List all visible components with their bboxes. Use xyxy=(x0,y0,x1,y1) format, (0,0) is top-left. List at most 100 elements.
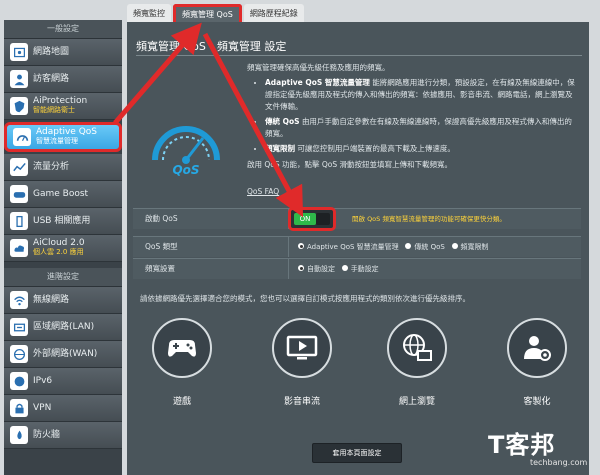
sidebar-item-label: Adaptive QoS xyxy=(36,127,97,137)
bullet-traditional-qos: 傳統 QoS 由用戶手動自定參數在有線及無線連線時，保證高優先級應用及程式傳入和… xyxy=(265,116,577,140)
vpn-icon xyxy=(10,399,28,417)
radio-unselected-icon xyxy=(451,243,458,249)
radio-selected-icon xyxy=(298,243,304,249)
sidebar-item-label: 無線網路 xyxy=(33,294,70,305)
qos-icon xyxy=(13,128,31,146)
sidebar-item-sublabel: 智能網路衛士 xyxy=(33,106,75,114)
category-label: 影音串流 xyxy=(283,397,320,407)
qos-intro: 頻寬管理確保高優先級任務及應用的頻寬。 xyxy=(247,63,390,72)
category-circle xyxy=(387,318,447,378)
apply-settings-button[interactable]: 套用本頁面設定 xyxy=(312,443,402,463)
sidebar-item-guest-network[interactable]: 訪客網路 xyxy=(4,66,122,93)
sidebar-item-wan[interactable]: 外部網路(WAN) xyxy=(4,341,122,368)
enable-qos-toggle[interactable]: ON xyxy=(288,207,336,231)
category-label: 客製化 xyxy=(523,397,551,407)
bullet-text: 可讓您控制用戶端裝置的最高下載及上傳速度。 xyxy=(297,144,455,153)
sidebar-item-usb[interactable]: USB 相關應用 xyxy=(4,208,122,235)
radio-label: Adaptive QoS 智慧流量管理 xyxy=(307,243,399,251)
category-gaming[interactable]: 遊戲 xyxy=(150,318,214,407)
setting-row-qos-type: QoS 類型 Adaptive QoS 智慧流量管理 傳統 QoS 頻寬限制 xyxy=(133,236,581,257)
setting-divider xyxy=(288,259,289,279)
radio-unselected-icon xyxy=(341,265,348,271)
sidebar-item-label: 外部網路(WAN) xyxy=(33,348,98,359)
cloud-icon xyxy=(10,239,28,257)
game-icon xyxy=(10,185,28,203)
sidebar-item-label: Game Boost xyxy=(33,188,89,199)
tab-qos[interactable]: 頻寬管理 QoS xyxy=(173,4,242,24)
guest-icon xyxy=(10,70,28,88)
qos-description: 頻寬管理確保高優先級任務及應用的頻寬。 Adaptive QoS 智慧流量管理 … xyxy=(247,62,577,174)
sidebar-item-wireless[interactable]: 無線網路 xyxy=(4,287,122,314)
qos-faq-link[interactable]: QoS FAQ xyxy=(247,187,279,196)
sidebar-section-advanced: 進階設定 xyxy=(4,268,122,287)
category-customize[interactable]: 客製化 xyxy=(505,318,569,407)
sidebar-item-label: 防火牆 xyxy=(33,429,61,440)
watermark-site: techbang.com xyxy=(530,458,588,467)
toggle-state: ON xyxy=(294,213,316,225)
radio-label: 頻寬限制 xyxy=(460,243,489,251)
gamepad-icon xyxy=(168,340,196,357)
sidebar: 一般設定 網路地圖 訪客網路 AiProtection 智能網路衛士 Adapti… xyxy=(4,20,122,475)
page-title: 頻寬管理 QoS - 頻寬管理 設定 xyxy=(136,40,287,53)
sidebar-item-label: VPN xyxy=(33,402,52,413)
sidebar-section-general: 一般設定 xyxy=(4,20,122,39)
sidebar-item-ipv6[interactable]: IPv6 xyxy=(4,368,122,395)
sidebar-item-sublabel: 智慧流量管理 xyxy=(36,137,78,145)
bullet-title: Adaptive QoS 智慧流量管理 xyxy=(265,78,370,87)
bullet-text: 由用戶手動自定參數在有線及無線連線時，保證高優先級應用及程式傳入和傳出的頻寬。 xyxy=(265,117,572,138)
sidebar-item-game-boost[interactable]: Game Boost xyxy=(4,181,122,208)
shield-icon xyxy=(10,97,28,115)
custom-icon xyxy=(524,336,551,361)
radio-auto-bandwidth[interactable]: 自動設定 xyxy=(298,265,335,273)
tab-web-history[interactable]: 網路歷程紀錄 xyxy=(243,4,304,24)
sidebar-item-network-map[interactable]: 網路地圖 xyxy=(4,39,122,66)
category-label: 網上瀏覽 xyxy=(398,397,435,407)
tab-bandwidth-monitor[interactable]: 頻寬監控 xyxy=(127,4,171,24)
radio-traditional-qos[interactable]: 傳統 QoS xyxy=(405,243,445,251)
enable-qos-note: 開啟 QoS 頻寬智慧流量管理的功能可確保更快分類。 xyxy=(352,215,506,223)
sidebar-item-label: 網路地圖 xyxy=(33,46,70,57)
watermark-logo: T客邦 xyxy=(488,431,556,459)
web-icon xyxy=(403,334,432,361)
category-circle xyxy=(272,318,332,378)
sidebar-item-adaptive-qos[interactable]: Adaptive QoS 智慧流量管理 xyxy=(4,122,122,152)
category-circle xyxy=(152,318,212,378)
sidebar-item-firewall[interactable]: 防火牆 xyxy=(4,422,122,449)
router-settings-window: 頻寬監控 頻寬管理 QoS 網路歷程紀錄 一般設定 網路地圖 訪客網路 AiPr… xyxy=(0,0,600,475)
bullet-title: 傳統 QoS xyxy=(265,117,300,126)
sidebar-item-label: AiProtection xyxy=(33,96,88,106)
setting-label: 啟動 QoS xyxy=(145,214,178,223)
qos-speedometer-icon: QoS xyxy=(152,126,220,177)
qos-enable-note: 啟用 QoS 功能，點擊 QoS 滑動按鈕並填寫上傳和下載頻寬。 xyxy=(247,160,453,169)
sidebar-item-label: IPv6 xyxy=(33,375,53,386)
bullet-title: 頻寬限制 xyxy=(265,144,295,153)
category-web-browsing[interactable]: 網上瀏覽 xyxy=(385,318,449,407)
sidebar-item-traffic-analyzer[interactable]: 流量分析 xyxy=(4,154,122,181)
sidebar-item-aicloud[interactable]: AiCloud 2.0 個人雲 2.0 應用 xyxy=(4,235,122,262)
category-label: 遊戲 xyxy=(172,397,191,407)
sidebar-item-lan[interactable]: 區域網路(LAN) xyxy=(4,314,122,341)
radio-selected-icon xyxy=(298,265,304,271)
sidebar-item-aiprotection[interactable]: AiProtection 智能網路衛士 xyxy=(4,93,122,120)
qos-type-options: Adaptive QoS 智慧流量管理 傳統 QoS 頻寬限制 xyxy=(298,237,489,257)
lan-icon xyxy=(10,318,28,336)
sidebar-item-label: 區域網路(LAN) xyxy=(33,321,95,332)
radio-label: 自動設定 xyxy=(307,265,335,273)
bullet-adaptive-qos: Adaptive QoS 智慧流量管理 能將網路應用進行分類，預設設定，在有線及… xyxy=(265,77,577,113)
setting-row-bandwidth: 頻寬設置 自動設定 手動設定 xyxy=(133,258,581,279)
sidebar-item-sublabel: 個人雲 2.0 應用 xyxy=(33,248,84,256)
radio-unselected-icon xyxy=(405,243,412,249)
usb-icon xyxy=(10,212,28,230)
sidebar-item-label: AiCloud 2.0 xyxy=(33,238,85,248)
video-icon xyxy=(286,335,318,360)
category-video-streaming[interactable]: 影音串流 xyxy=(270,318,334,407)
sidebar-item-label: 流量分析 xyxy=(33,161,70,172)
sidebar-item-vpn[interactable]: VPN xyxy=(4,395,122,422)
setting-divider xyxy=(288,237,289,257)
radio-adaptive-qos[interactable]: Adaptive QoS 智慧流量管理 xyxy=(298,243,399,251)
bullet-bandwidth-limiter: 頻寬限制 可讓您控制用戶端裝置的最高下載及上傳速度。 xyxy=(265,143,577,155)
radio-label: 傳統 QoS xyxy=(414,243,445,251)
radio-manual-bandwidth[interactable]: 手動設定 xyxy=(341,265,379,273)
svg-text:QoS: QoS xyxy=(172,163,199,177)
radio-bandwidth-limiter[interactable]: 頻寬限制 xyxy=(451,243,489,251)
